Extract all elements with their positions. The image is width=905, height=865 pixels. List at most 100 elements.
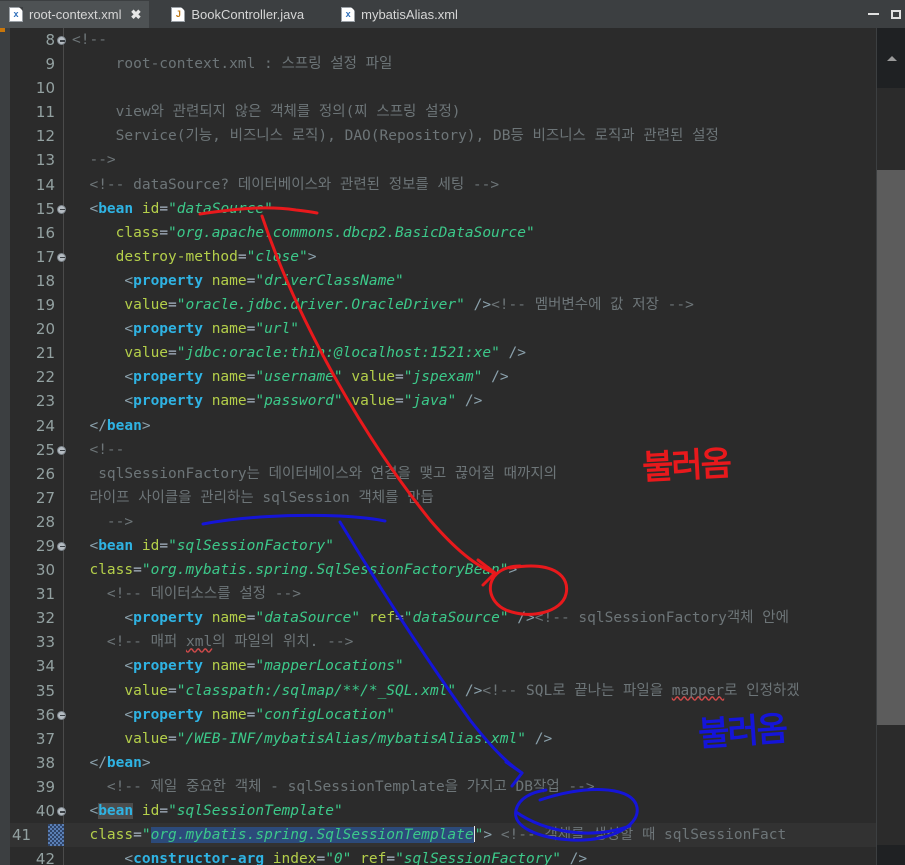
line-content: Service(기능, 비즈니스 로직), DAO(Repository), D… <box>72 128 719 145</box>
line-number: 10 <box>35 79 55 98</box>
code-line[interactable]: 42 <constructor-arg index="0" ref="sqlSe… <box>10 847 876 865</box>
line-content: </bean> <box>72 754 151 771</box>
code-line[interactable]: 18 <property name="driverClassName" <box>10 269 876 293</box>
close-icon[interactable]: ✖ <box>130 7 141 23</box>
code-line[interactable]: 40 <bean id="sqlSessionTemplate" <box>10 799 876 823</box>
line-content: value="/WEB-INF/mybatisAlias/mybatisAlia… <box>124 730 553 747</box>
xml-attr: value <box>351 369 396 386</box>
fold-toggle-icon[interactable] <box>57 36 66 45</box>
xml-attr: value <box>351 393 396 410</box>
code-line[interactable]: 8 <!-- <box>10 28 876 52</box>
xml-tag: property <box>133 706 203 723</box>
xml-attr: name <box>211 610 247 627</box>
scrollbar-thumb[interactable] <box>877 170 905 725</box>
orange-marker-icon <box>0 28 5 32</box>
code-line[interactable]: 10 <box>10 76 876 100</box>
code-line[interactable]: 11 view와 관련되지 않은 객체를 정의(찌 스프링 설정) <box>10 100 876 124</box>
code-line[interactable]: 28 --> <box>10 510 876 534</box>
xml-value: close <box>255 248 299 265</box>
tab-mybatis-alias-xml[interactable]: x mybatisAlias.xml <box>332 1 466 28</box>
xml-tag: property <box>133 369 203 386</box>
code-line[interactable]: 25 <!-- <box>10 438 876 462</box>
inline-comment: <!-- 멤버변수에 값 저장 --> <box>491 297 694 314</box>
code-line[interactable]: 33 <!-- 매퍼 xml의 파일의 위치. --> <box>10 630 876 654</box>
code-line[interactable]: 9 root-context.xml : 스프링 설정 파일 <box>10 52 876 76</box>
code-line[interactable]: 15 <bean id="dataSource" <box>10 197 876 221</box>
java-file-icon: J <box>171 7 186 22</box>
code-line[interactable]: 31 <!-- 데이터소스를 설정 --> <box>10 582 876 606</box>
code-line[interactable]: 26 sqlSessionFactory는 데이터베이스와 연결을 맺고 끊어질… <box>10 462 876 486</box>
line-number: 8 <box>45 31 55 49</box>
vertical-scrollbar[interactable] <box>876 28 905 865</box>
line-content: <!-- dataSource? 데이터베이스와 관련된 정보를 세팅 --> <box>72 176 500 193</box>
fold-toggle-icon[interactable] <box>57 710 66 720</box>
red-handwritten-note: 불러옴 <box>641 444 731 488</box>
line-content: <property name="password" value="java" /… <box>72 393 483 410</box>
fold-toggle-icon[interactable] <box>57 252 66 262</box>
scroll-down-button[interactable] <box>877 845 905 865</box>
line-number: 41 <box>12 826 32 845</box>
line-number: 25 <box>35 440 55 459</box>
line-number: 22 <box>35 368 55 387</box>
code-line[interactable]: 39 <!-- 제일 중요한 객체 - sqlSessionTemplate을 … <box>10 775 876 799</box>
line-content: class="org.mybatis.spring.SqlSessionTemp… <box>89 826 787 844</box>
xml-value: /WEB-INF/mybatisAlias/mybatisAlias.xml <box>185 730 518 747</box>
line-content: <property name="driverClassName" <box>72 272 404 289</box>
line-number: 37 <box>35 729 55 748</box>
tab-root-context-xml[interactable]: x root-context.xml ✖ <box>0 1 150 28</box>
line-number: 38 <box>35 753 55 772</box>
line-content: <bean id="dataSource" <box>72 200 273 217</box>
line-number: 39 <box>35 777 55 796</box>
maximize-button[interactable] <box>887 1 905 27</box>
xml-attr: name <box>211 272 247 289</box>
code-line[interactable]: 35 value="classpath:/sqlmap/**/*_SQL.xml… <box>10 679 876 703</box>
line-number: 23 <box>35 392 55 411</box>
code-line[interactable]: 22 <property name="username" value="jspe… <box>10 365 876 389</box>
xml-value: sqlSessionFactory <box>176 537 326 554</box>
code-line[interactable]: 24 </bean> <box>10 414 876 438</box>
line-number: 15 <box>35 199 55 218</box>
xml-tag: property <box>133 610 203 627</box>
xml-value: org.apache.commons.dbcp2.BasicDataSource <box>176 224 526 241</box>
code-line-current[interactable]: 41 class="org.mybatis.spring.SqlSessionT… <box>10 823 876 848</box>
code-line[interactable]: 32 <property name="dataSource" ref="data… <box>10 606 876 630</box>
code-line[interactable]: 34 <property name="mapperLocations" <box>10 654 876 678</box>
xml-tag: bean <box>98 803 134 819</box>
fold-toggle-icon[interactable] <box>57 807 66 816</box>
xml-value: oracle.jdbc.driver.OracleDriver <box>185 297 457 314</box>
xml-value: jdbc:oracle:thin:@localhost:1521:xe <box>185 345 492 362</box>
line-content: <property name="username" value="jspexam… <box>72 369 509 386</box>
code-line[interactable]: 16 class="org.apache.commons.dbcp2.Basic… <box>10 221 876 245</box>
code-line[interactable]: 23 <property name="password" value="java… <box>10 389 876 413</box>
code-line[interactable]: 12 Service(기능, 비즈니스 로직), DAO(Repository)… <box>10 124 876 148</box>
xml-attr: name <box>211 369 247 386</box>
fold-toggle-icon[interactable] <box>57 541 66 551</box>
code-line[interactable]: 14 <!-- dataSource? 데이터베이스와 관련된 정보를 세팅 -… <box>10 173 876 197</box>
xml-attr: value <box>124 682 169 699</box>
xml-value: sqlSessionFactory <box>403 851 553 865</box>
code-line[interactable]: 38 </bean> <box>10 751 876 775</box>
code-line[interactable]: 17 destroy-method="close"> <box>10 245 876 269</box>
fold-toggle-icon[interactable] <box>57 204 66 214</box>
code-line[interactable]: 19 value="oracle.jdbc.driver.OracleDrive… <box>10 293 876 317</box>
code-line[interactable]: 13 --> <box>10 148 876 172</box>
code-line[interactable]: 30 class="org.mybatis.spring.SqlSessionF… <box>10 558 876 582</box>
line-content: --> <box>72 152 116 169</box>
code-line[interactable]: 20 <property name="url" <box>10 317 876 341</box>
xml-attr: name <box>211 658 247 675</box>
line-number: 40 <box>35 802 55 820</box>
xml-tag: property <box>133 321 203 338</box>
code-line[interactable]: 29 <bean id="sqlSessionFactory" <box>10 534 876 558</box>
xml-value: org.mybatis.spring.SqlSessionFactoryBean <box>150 562 500 579</box>
code-line[interactable]: 21 value="jdbc:oracle:thin:@localhost:15… <box>10 341 876 365</box>
xml-value: configLocation <box>264 706 387 723</box>
scroll-up-button[interactable] <box>877 28 905 88</box>
code-line[interactable]: 27 라이프 사이클을 관리하는 sqlSession 객체를 만듭 <box>10 486 876 510</box>
blue-handwritten-note: 불러옴 <box>697 709 788 755</box>
line-content: <!-- 매퍼 xml의 파일의 위치. --> <box>72 630 353 654</box>
line-number: 20 <box>35 320 55 339</box>
fold-toggle-icon[interactable] <box>57 445 66 455</box>
minimize-button[interactable] <box>859 1 887 27</box>
tab-book-controller-java[interactable]: J BookController.java <box>162 1 312 28</box>
xml-attr: destroy-method <box>115 248 238 265</box>
